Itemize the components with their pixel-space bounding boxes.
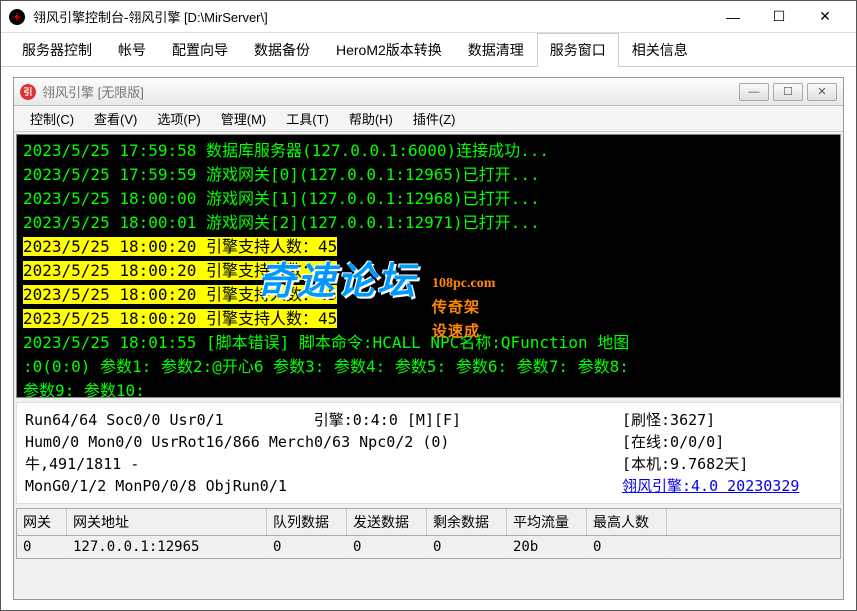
menu-item-2[interactable]: 选项(P) xyxy=(147,106,210,131)
log-line: 2023/5/25 18:00:01 游戏网关[2](127.0.0.1:129… xyxy=(23,211,834,235)
tab-6[interactable]: 服务窗口 xyxy=(537,33,619,67)
cell: 0 xyxy=(17,536,67,558)
tab-1[interactable]: 帐号 xyxy=(105,33,159,67)
menu-item-4[interactable]: 工具(T) xyxy=(276,106,339,131)
log-line: 2023/5/25 17:59:59 游戏网关[0](127.0.0.1:129… xyxy=(23,163,834,187)
menu-item-6[interactable]: 插件(Z) xyxy=(403,106,466,131)
status-panel: Run64/64 Soc0/0 Usr0/1 引擎:0:4:0 [M][F] [刷… xyxy=(16,402,841,504)
status-mon: MonG0/1/2 MonP0/0/8 ObjRun0/1 xyxy=(25,475,622,497)
log-line: 2023/5/25 18:01:55 [脚本错误] 脚本命令:HCALL NPC… xyxy=(23,331,834,355)
tab-0[interactable]: 服务器控制 xyxy=(9,33,105,67)
table-row[interactable]: 0127.0.0.1:1296500020b0 xyxy=(17,536,840,558)
cell: 0 xyxy=(587,536,667,558)
log-line: 2023/5/25 17:59:58 数据库服务器(127.0.0.1:6000… xyxy=(23,139,834,163)
cell: 0 xyxy=(427,536,507,558)
gateway-table: 网关网关地址队列数据发送数据剩余数据平均流量最高人数 0127.0.0.1:12… xyxy=(16,508,841,559)
table-header: 网关网关地址队列数据发送数据剩余数据平均流量最高人数 xyxy=(17,509,840,536)
minimize-button[interactable]: — xyxy=(710,2,756,32)
inner-app-icon: 引 xyxy=(20,84,36,100)
inner-close-button[interactable]: ✕ xyxy=(807,83,837,101)
app-icon xyxy=(9,9,25,25)
col-header[interactable]: 最高人数 xyxy=(587,509,667,535)
tab-3[interactable]: 数据备份 xyxy=(241,33,323,67)
tab-2[interactable]: 配置向导 xyxy=(159,33,241,67)
inner-window: 引 翎风引擎 [无限版] — ☐ ✕ 控制(C)查看(V)选项(P)管理(M)工… xyxy=(13,77,844,600)
menu-item-1[interactable]: 查看(V) xyxy=(84,106,147,131)
log-line: :0(0:0) 参数1: 参数2:@开心6 参数3: 参数4: 参数5: 参数6… xyxy=(23,355,834,379)
status-hum: Hum0/0 Mon0/0 UsrRot16/866 Merch0/63 Npc… xyxy=(25,431,622,453)
tab-7[interactable]: 相关信息 xyxy=(619,33,701,67)
col-header[interactable]: 剩余数据 xyxy=(427,509,507,535)
status-engine: 引擎:0:4:0 [M][F] xyxy=(314,411,461,429)
cell: 0 xyxy=(347,536,427,558)
tab-5[interactable]: 数据清理 xyxy=(455,33,537,67)
log-line: 2023/5/25 18:00:20 引擎支持人数：45 xyxy=(23,283,834,307)
inner-maximize-button[interactable]: ☐ xyxy=(773,83,803,101)
inner-minimize-button[interactable]: — xyxy=(739,83,769,101)
log-line: 参数9: 参数10: xyxy=(23,379,834,398)
log-line: 2023/5/25 18:00:20 引擎支持人数：45 xyxy=(23,259,834,283)
col-header[interactable]: 网关 xyxy=(17,509,67,535)
status-uptime: [本机:9.7682天] xyxy=(622,453,832,475)
col-header[interactable]: 队列数据 xyxy=(267,509,347,535)
cell: 0 xyxy=(267,536,347,558)
inner-menubar: 控制(C)查看(V)选项(P)管理(M)工具(T)帮助(H)插件(Z) xyxy=(14,106,843,132)
engine-version-link[interactable]: 翎风引擎:4.0 20230329 xyxy=(622,477,799,495)
status-run: Run64/64 Soc0/0 Usr0/1 xyxy=(25,411,224,429)
col-header[interactable]: 发送数据 xyxy=(347,509,427,535)
menu-item-3[interactable]: 管理(M) xyxy=(211,106,277,131)
outer-titlebar: 翎风引擎控制台-翎风引擎 [D:\MirServer\] — ☐ ✕ xyxy=(1,1,856,33)
close-button[interactable]: ✕ xyxy=(802,2,848,32)
log-console: 2023/5/25 17:59:58 数据库服务器(127.0.0.1:6000… xyxy=(16,134,841,398)
main-tabs: 服务器控制帐号配置向导数据备份HeroM2版本转换数据清理服务窗口相关信息 xyxy=(1,33,856,67)
inner-titlebar: 引 翎风引擎 [无限版] — ☐ ✕ xyxy=(14,78,843,106)
cell: 20b xyxy=(507,536,587,558)
log-line: 2023/5/25 18:00:00 游戏网关[1](127.0.0.1:129… xyxy=(23,187,834,211)
status-spawn: [刷怪:3627] xyxy=(622,409,832,431)
col-header[interactable]: 网关地址 xyxy=(67,509,267,535)
window-title: 翎风引擎控制台-翎风引擎 [D:\MirServer\] xyxy=(33,7,710,26)
maximize-button[interactable]: ☐ xyxy=(756,2,802,32)
col-header[interactable]: 平均流量 xyxy=(507,509,587,535)
menu-item-0[interactable]: 控制(C) xyxy=(20,106,84,131)
status-online: [在线:0/0/0] xyxy=(622,431,832,453)
cell: 127.0.0.1:12965 xyxy=(67,536,267,558)
inner-window-title: 翎风引擎 [无限版] xyxy=(42,82,739,101)
menu-item-5[interactable]: 帮助(H) xyxy=(339,106,403,131)
status-misc: 牛,491/1811 - xyxy=(25,453,622,475)
log-line: 2023/5/25 18:00:20 引擎支持人数：45 xyxy=(23,235,834,259)
log-line: 2023/5/25 18:00:20 引擎支持人数：45 xyxy=(23,307,834,331)
tab-4[interactable]: HeroM2版本转换 xyxy=(323,33,455,67)
